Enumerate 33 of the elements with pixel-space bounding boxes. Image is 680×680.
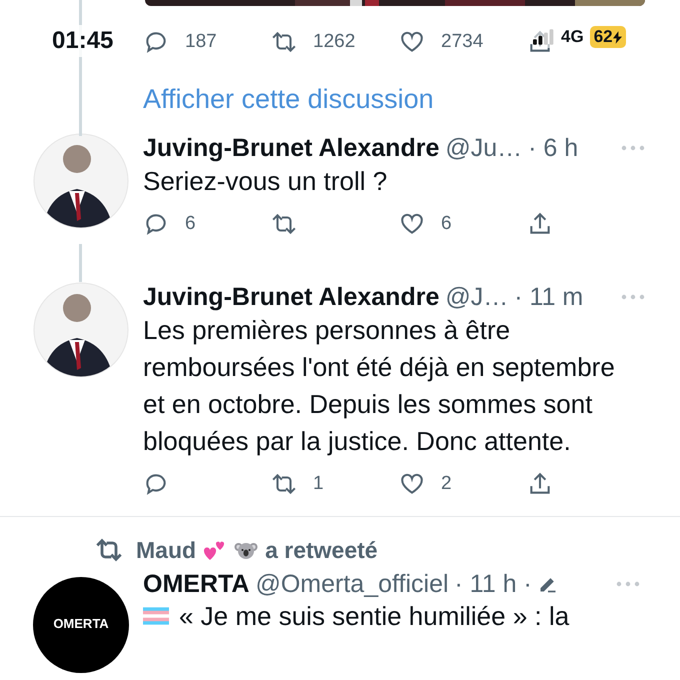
network-label: 4G bbox=[561, 27, 584, 47]
avatar-logo-text: OMERTA bbox=[53, 616, 109, 631]
like-count: 6 bbox=[441, 213, 452, 235]
author-handle[interactable]: @Ju… bbox=[445, 134, 522, 162]
author-name[interactable]: OMERTA bbox=[143, 570, 250, 598]
tweet-text: Les premières personnes à être remboursées l'ont été déjà en septembre et en octobre. Depuis les sommes sont bloquées par la justice. Donc attente. bbox=[143, 314, 616, 458]
retweet-icon[interactable] bbox=[271, 211, 297, 237]
author-handle[interactable]: @Omerta_officiel bbox=[255, 570, 449, 598]
author-name[interactable]: Juving-Brunet Alexandre bbox=[143, 282, 440, 312]
author-name[interactable]: Juving-Brunet Alexandre bbox=[143, 134, 440, 162]
like-count: 2734 bbox=[441, 31, 484, 53]
tweet-text: « Je me suis sentie humiliée » : la bbox=[179, 600, 570, 632]
retweet-icon bbox=[95, 536, 123, 564]
show-thread-link[interactable]: Afficher cette discussion bbox=[143, 84, 680, 115]
retweet-count: 1262 bbox=[313, 31, 356, 53]
like-count: 2 bbox=[441, 473, 452, 495]
retweet-count: 1 bbox=[313, 473, 324, 495]
reply-count: 6 bbox=[185, 213, 196, 235]
retweet-icon[interactable] bbox=[271, 471, 297, 497]
tweet-time: · 6 h bbox=[528, 134, 578, 162]
author-handle[interactable]: @J… bbox=[445, 282, 508, 312]
battery-indicator: 62 bbox=[590, 26, 626, 48]
retweet-icon[interactable] bbox=[271, 29, 297, 55]
clock-time: 01:45 bbox=[50, 25, 116, 57]
tweet-time: · 11 m bbox=[514, 282, 584, 312]
reply-count: 187 bbox=[185, 31, 217, 53]
retweet-label: a retweeté bbox=[265, 536, 378, 564]
avatar[interactable]: OMERTA bbox=[33, 577, 129, 673]
signal-icon bbox=[533, 29, 555, 45]
flag-icon bbox=[143, 607, 169, 625]
tweet-time: · 11 h · bbox=[454, 570, 532, 598]
tweet-text: Seriez-vous un troll ? bbox=[143, 165, 388, 198]
retweeter-name[interactable]: Maud bbox=[136, 536, 196, 564]
